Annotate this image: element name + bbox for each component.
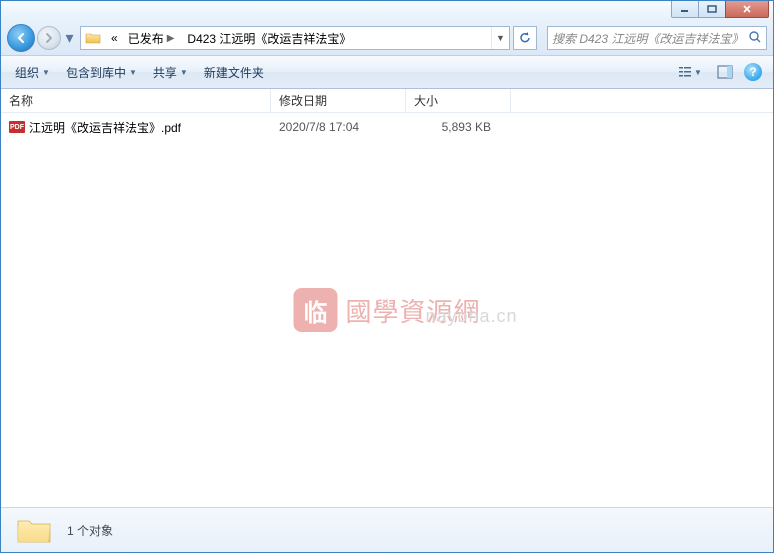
search-icon (748, 30, 762, 47)
question-icon: ? (744, 63, 762, 81)
address-dropdown-icon[interactable]: ▼ (491, 27, 509, 49)
breadcrumb-label: 已发布 (128, 30, 164, 47)
back-button[interactable] (7, 24, 35, 52)
breadcrumb-segment[interactable]: D423 江远明《改运吉祥法宝》 (181, 27, 355, 49)
history-dropdown-icon[interactable]: ▾ (63, 28, 76, 48)
file-list[interactable]: PDF 江远明《改运吉祥法宝》.pdf 2020/7/8 17:04 5,893… (1, 113, 773, 507)
watermark-text: 國學資源網 (345, 292, 480, 329)
file-row[interactable]: PDF 江远明《改运吉祥法宝》.pdf 2020/7/8 17:04 5,893… (1, 117, 773, 137)
refresh-button[interactable] (513, 26, 537, 50)
breadcrumb-overflow[interactable]: « (105, 27, 122, 49)
navigation-bar: ▾ « 已发布 ▶ D423 江远明《改运吉祥法宝》 ▼ 搜索 D423 (1, 21, 773, 55)
chevron-down-icon: ▼ (42, 68, 50, 77)
toolbar: 组织 ▼ 包含到库中 ▼ 共享 ▼ 新建文件夹 ▼ ? (1, 55, 773, 89)
search-placeholder: 搜索 D423 江远明《改运吉祥法宝》 (552, 30, 743, 47)
share-button[interactable]: 共享 ▼ (147, 60, 194, 85)
organize-button[interactable]: 组织 ▼ (9, 60, 56, 85)
search-input[interactable]: 搜索 D423 江远明《改运吉祥法宝》 (547, 26, 767, 50)
help-button[interactable]: ? (741, 60, 765, 84)
watermark-stamp: 临 (293, 288, 337, 332)
pdf-icon: PDF (9, 121, 25, 133)
watermark: 临 國學資源網 nayona.cn (293, 288, 480, 332)
file-name: 江远明《改运吉祥法宝》.pdf (29, 119, 181, 136)
status-bar: 1 个对象 (1, 507, 773, 552)
status-count: 1 个对象 (67, 522, 113, 539)
chevron-down-icon: ▼ (129, 68, 137, 77)
content-area: 名称 修改日期 大小 PDF 江远明《改运吉祥法宝》.pdf 2020/7/8 … (1, 89, 773, 507)
view-options-button[interactable]: ▼ (671, 60, 709, 84)
include-library-button[interactable]: 包含到库中 ▼ (60, 60, 143, 85)
window-controls (671, 1, 769, 18)
address-bar[interactable]: « 已发布 ▶ D423 江远明《改运吉祥法宝》 ▼ (80, 26, 510, 50)
chevron-down-icon: ▼ (694, 68, 702, 77)
share-label: 共享 (153, 64, 177, 81)
file-date: 2020/7/8 17:04 (271, 120, 406, 134)
column-size-header[interactable]: 大小 (406, 89, 511, 112)
explorer-window: ▾ « 已发布 ▶ D423 江远明《改运吉祥法宝》 ▼ 搜索 D423 (0, 0, 774, 553)
new-folder-button[interactable]: 新建文件夹 (198, 60, 270, 85)
newfolder-label: 新建文件夹 (204, 64, 264, 81)
library-label: 包含到库中 (66, 64, 126, 81)
forward-button[interactable] (37, 26, 61, 50)
watermark-url: nayona.cn (425, 306, 517, 327)
folder-icon (83, 28, 103, 48)
nav-arrows: ▾ (7, 24, 76, 52)
breadcrumb-segment[interactable]: 已发布 ▶ (122, 27, 182, 49)
organize-label: 组织 (15, 64, 39, 81)
close-button[interactable] (725, 1, 769, 18)
column-name-header[interactable]: 名称 (1, 89, 271, 112)
chevron-down-icon: ▼ (180, 68, 188, 77)
chevron-right-icon: ▶ (164, 33, 178, 44)
breadcrumb-label: D423 江远明《改运吉祥法宝》 (187, 30, 351, 47)
folder-icon (15, 514, 53, 546)
preview-pane-button[interactable] (713, 60, 737, 84)
title-bar (1, 1, 773, 21)
column-date-header[interactable]: 修改日期 (271, 89, 406, 112)
column-headers: 名称 修改日期 大小 (1, 89, 773, 113)
minimize-button[interactable] (671, 1, 699, 18)
file-size: 5,893 KB (406, 120, 511, 134)
maximize-button[interactable] (698, 1, 726, 18)
